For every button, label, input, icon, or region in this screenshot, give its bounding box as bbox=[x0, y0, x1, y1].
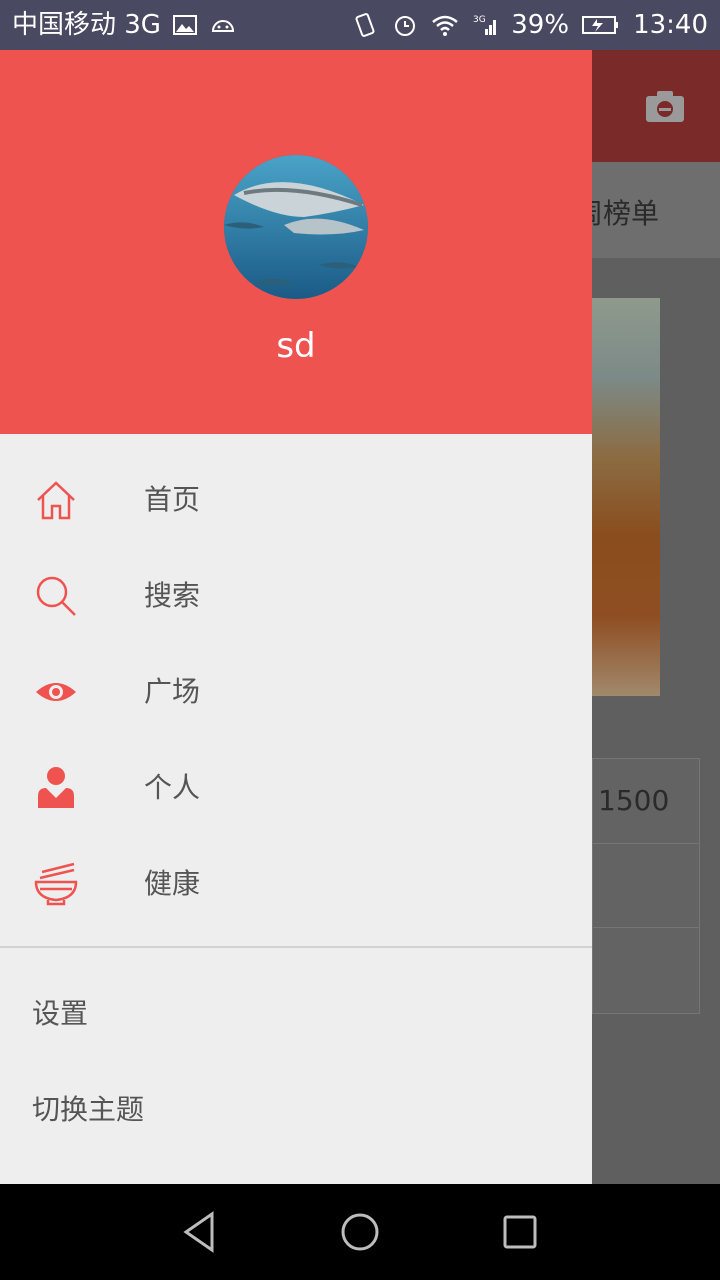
menu-item-label: 首页 bbox=[144, 483, 201, 516]
home-icon bbox=[34, 478, 78, 522]
image-icon bbox=[171, 11, 199, 39]
recents-icon[interactable] bbox=[496, 1208, 544, 1256]
menu-item-label: 切换主题 bbox=[32, 1093, 145, 1126]
carrier-text: 中国移动 3G bbox=[12, 10, 161, 40]
menu-item-label: 设置 bbox=[32, 997, 89, 1030]
vibrate-icon bbox=[351, 11, 379, 39]
avatar[interactable] bbox=[224, 155, 368, 299]
menu-item-health[interactable]: 健康 bbox=[0, 836, 592, 932]
navigation-drawer: sd 首页 搜索 广场 个人 健康 设置 切换主题 bbox=[0, 50, 592, 1184]
wifi-icon bbox=[431, 11, 459, 39]
background-card-row bbox=[593, 843, 699, 928]
search-icon bbox=[34, 574, 78, 618]
menu-item-search[interactable]: 搜索 bbox=[0, 548, 592, 644]
android-icon bbox=[209, 11, 237, 39]
eye-icon bbox=[34, 670, 78, 714]
camera-icon bbox=[644, 88, 686, 124]
menu-item-personal[interactable]: 个人 bbox=[0, 740, 592, 836]
system-nav-bar bbox=[0, 1184, 720, 1280]
status-bar: 中国移动 3G 3G 39% 13:40 bbox=[0, 0, 720, 50]
background-card-value: 1500 bbox=[598, 784, 670, 817]
drawer-divider bbox=[0, 946, 592, 948]
drawer-header: sd bbox=[0, 50, 592, 434]
menu-item-settings[interactable]: 设置 bbox=[0, 966, 592, 1062]
menu-item-label: 搜索 bbox=[144, 579, 201, 612]
menu-item-label: 健康 bbox=[144, 867, 201, 900]
menu-item-switch-theme[interactable]: 切换主题 bbox=[0, 1062, 592, 1158]
menu-item-square[interactable]: 广场 bbox=[0, 644, 592, 740]
menu-item-label: 广场 bbox=[144, 675, 201, 708]
menu-item-home[interactable]: 首页 bbox=[0, 452, 592, 548]
bowl-icon bbox=[34, 862, 78, 906]
battery-charging-icon bbox=[581, 11, 621, 39]
alarm-icon bbox=[391, 11, 419, 39]
back-icon[interactable] bbox=[176, 1208, 224, 1256]
menu-item-label: 个人 bbox=[144, 771, 201, 804]
svg-text:3G: 3G bbox=[473, 15, 486, 25]
background-food-image bbox=[592, 298, 660, 696]
battery-percent: 39% bbox=[511, 10, 570, 40]
home-circle-icon[interactable] bbox=[336, 1208, 384, 1256]
shark-image bbox=[224, 155, 368, 299]
username[interactable]: sd bbox=[0, 326, 592, 366]
person-icon bbox=[34, 766, 78, 810]
signal-icon: 3G bbox=[471, 11, 499, 39]
clock: 13:40 bbox=[633, 10, 708, 40]
